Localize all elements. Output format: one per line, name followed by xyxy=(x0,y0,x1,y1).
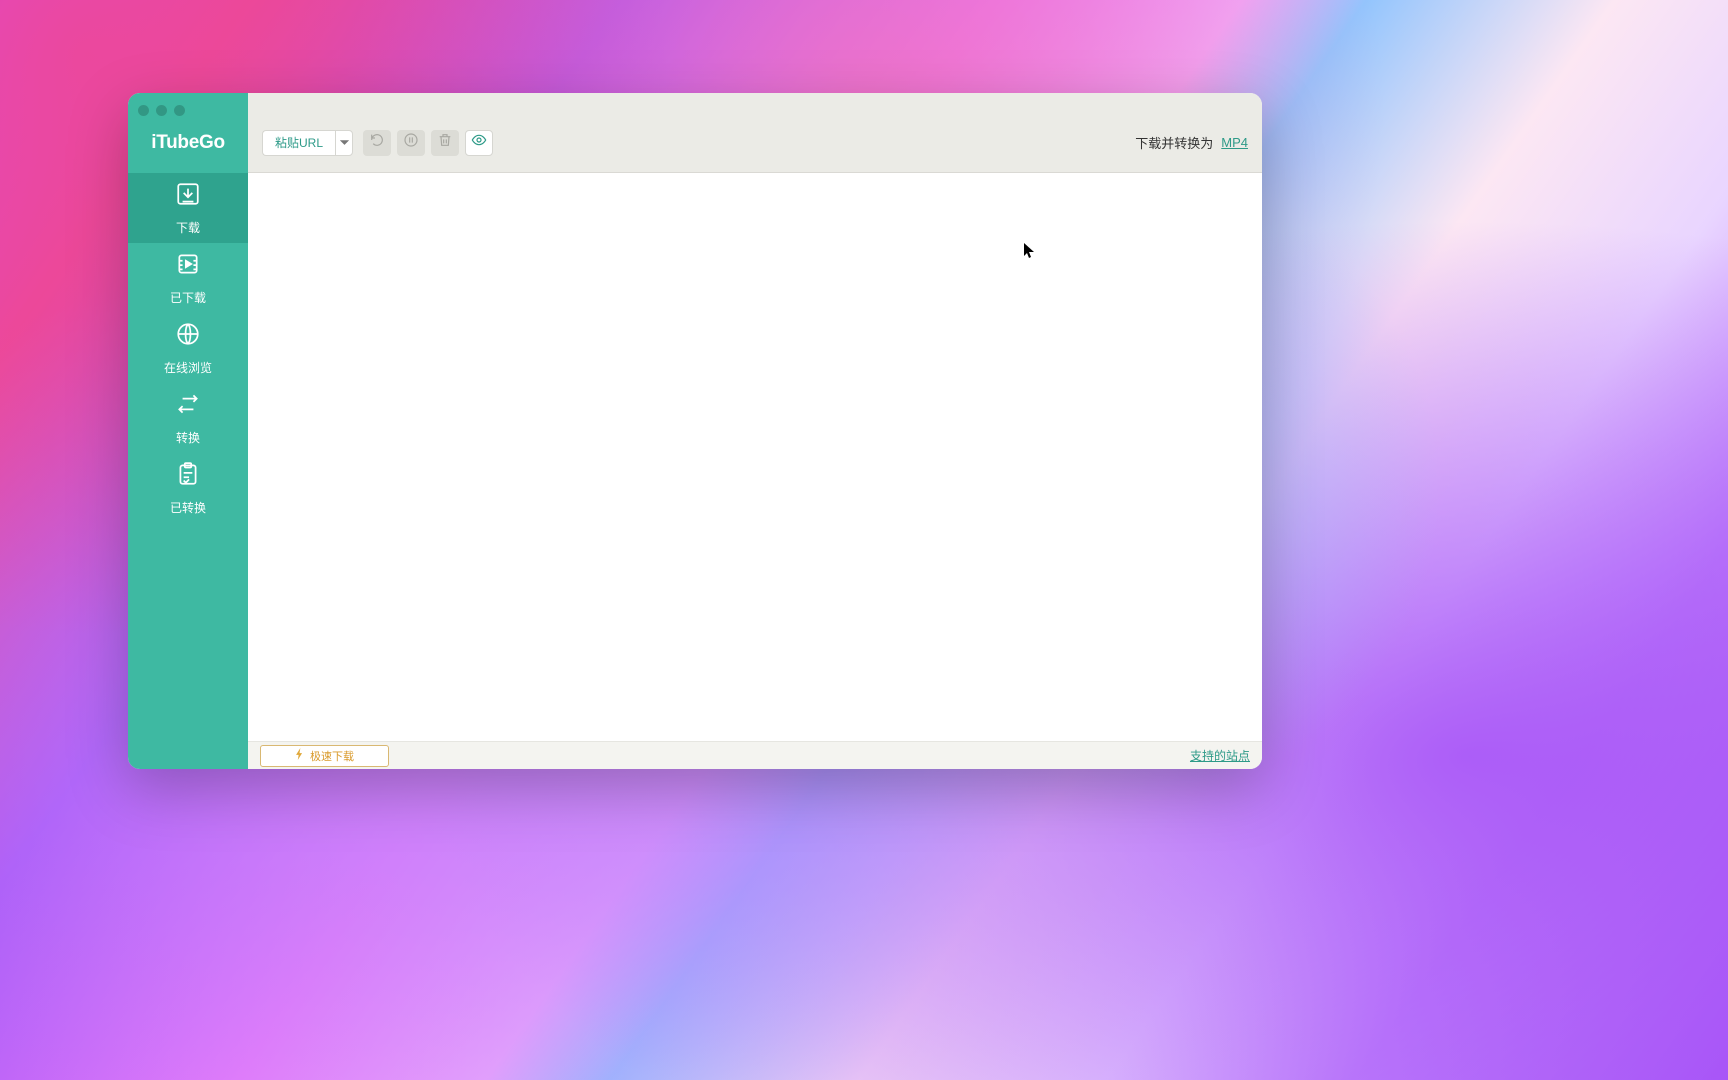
sidebar-item-label: 已下载 xyxy=(170,289,206,306)
paste-url-dropdown[interactable] xyxy=(335,130,353,156)
mouse-cursor xyxy=(1024,243,1036,259)
eye-icon xyxy=(471,132,487,153)
window-controls[interactable] xyxy=(128,99,248,116)
trash-icon xyxy=(437,132,453,153)
paste-url-button[interactable]: 粘贴URL xyxy=(262,130,335,156)
paste-url-combo: 粘贴URL xyxy=(262,130,353,156)
clipboard-check-icon xyxy=(175,461,201,492)
turbo-label: 极速下载 xyxy=(310,748,354,764)
sidebar-item-label: 下载 xyxy=(176,219,200,236)
minimize-icon[interactable] xyxy=(156,105,167,116)
statusbar: 极速下载 支持的站点 xyxy=(248,741,1262,769)
sidebar-item-label: 已转换 xyxy=(170,499,206,516)
sidebar-header: iTubeGo xyxy=(128,93,248,173)
delete-button[interactable] xyxy=(431,130,459,156)
content-area xyxy=(248,173,1262,741)
app-window: iTubeGo 下载 已下载 在线浏览 xyxy=(128,93,1262,769)
sidebar-item-label: 转换 xyxy=(176,429,200,446)
pause-button[interactable] xyxy=(397,130,425,156)
sidebar-item-convert[interactable]: 转换 xyxy=(128,383,248,453)
maximize-icon[interactable] xyxy=(174,105,185,116)
sidebar-items: 下载 已下载 在线浏览 转换 xyxy=(128,173,248,523)
sidebar-item-converted[interactable]: 已转换 xyxy=(128,453,248,523)
close-icon[interactable] xyxy=(138,105,149,116)
supported-sites-link[interactable]: 支持的站点 xyxy=(1190,747,1250,764)
toolbar-inner: 粘贴URL xyxy=(262,130,1248,156)
sidebar: iTubeGo 下载 已下载 在线浏览 xyxy=(128,93,248,769)
format-select-link[interactable]: MP4 xyxy=(1221,135,1248,150)
convert-icon xyxy=(175,391,201,422)
lightning-icon xyxy=(295,748,304,763)
show-button[interactable] xyxy=(465,130,493,156)
sidebar-item-download[interactable]: 下载 xyxy=(128,173,248,243)
globe-icon xyxy=(175,321,201,352)
film-icon xyxy=(175,251,201,282)
toolbar: 粘贴URL xyxy=(248,93,1262,173)
sidebar-item-downloaded[interactable]: 已下载 xyxy=(128,243,248,313)
convert-label: 下载并转换为 xyxy=(1135,133,1213,152)
toolbar-icons xyxy=(363,130,493,156)
pause-circle-icon xyxy=(403,132,419,153)
chevron-down-icon xyxy=(340,134,349,152)
main-area: 粘贴URL xyxy=(248,93,1262,769)
retry-button[interactable] xyxy=(363,130,391,156)
app-logo: iTubeGo xyxy=(128,132,248,154)
sidebar-item-label: 在线浏览 xyxy=(164,359,212,376)
refresh-icon xyxy=(369,132,385,153)
convert-group: 下载并转换为 MP4 xyxy=(1135,133,1248,152)
paste-url-label: 粘贴URL xyxy=(275,134,323,151)
turbo-download-button[interactable]: 极速下载 xyxy=(260,745,389,767)
download-box-icon xyxy=(175,181,201,212)
sidebar-item-browse[interactable]: 在线浏览 xyxy=(128,313,248,383)
